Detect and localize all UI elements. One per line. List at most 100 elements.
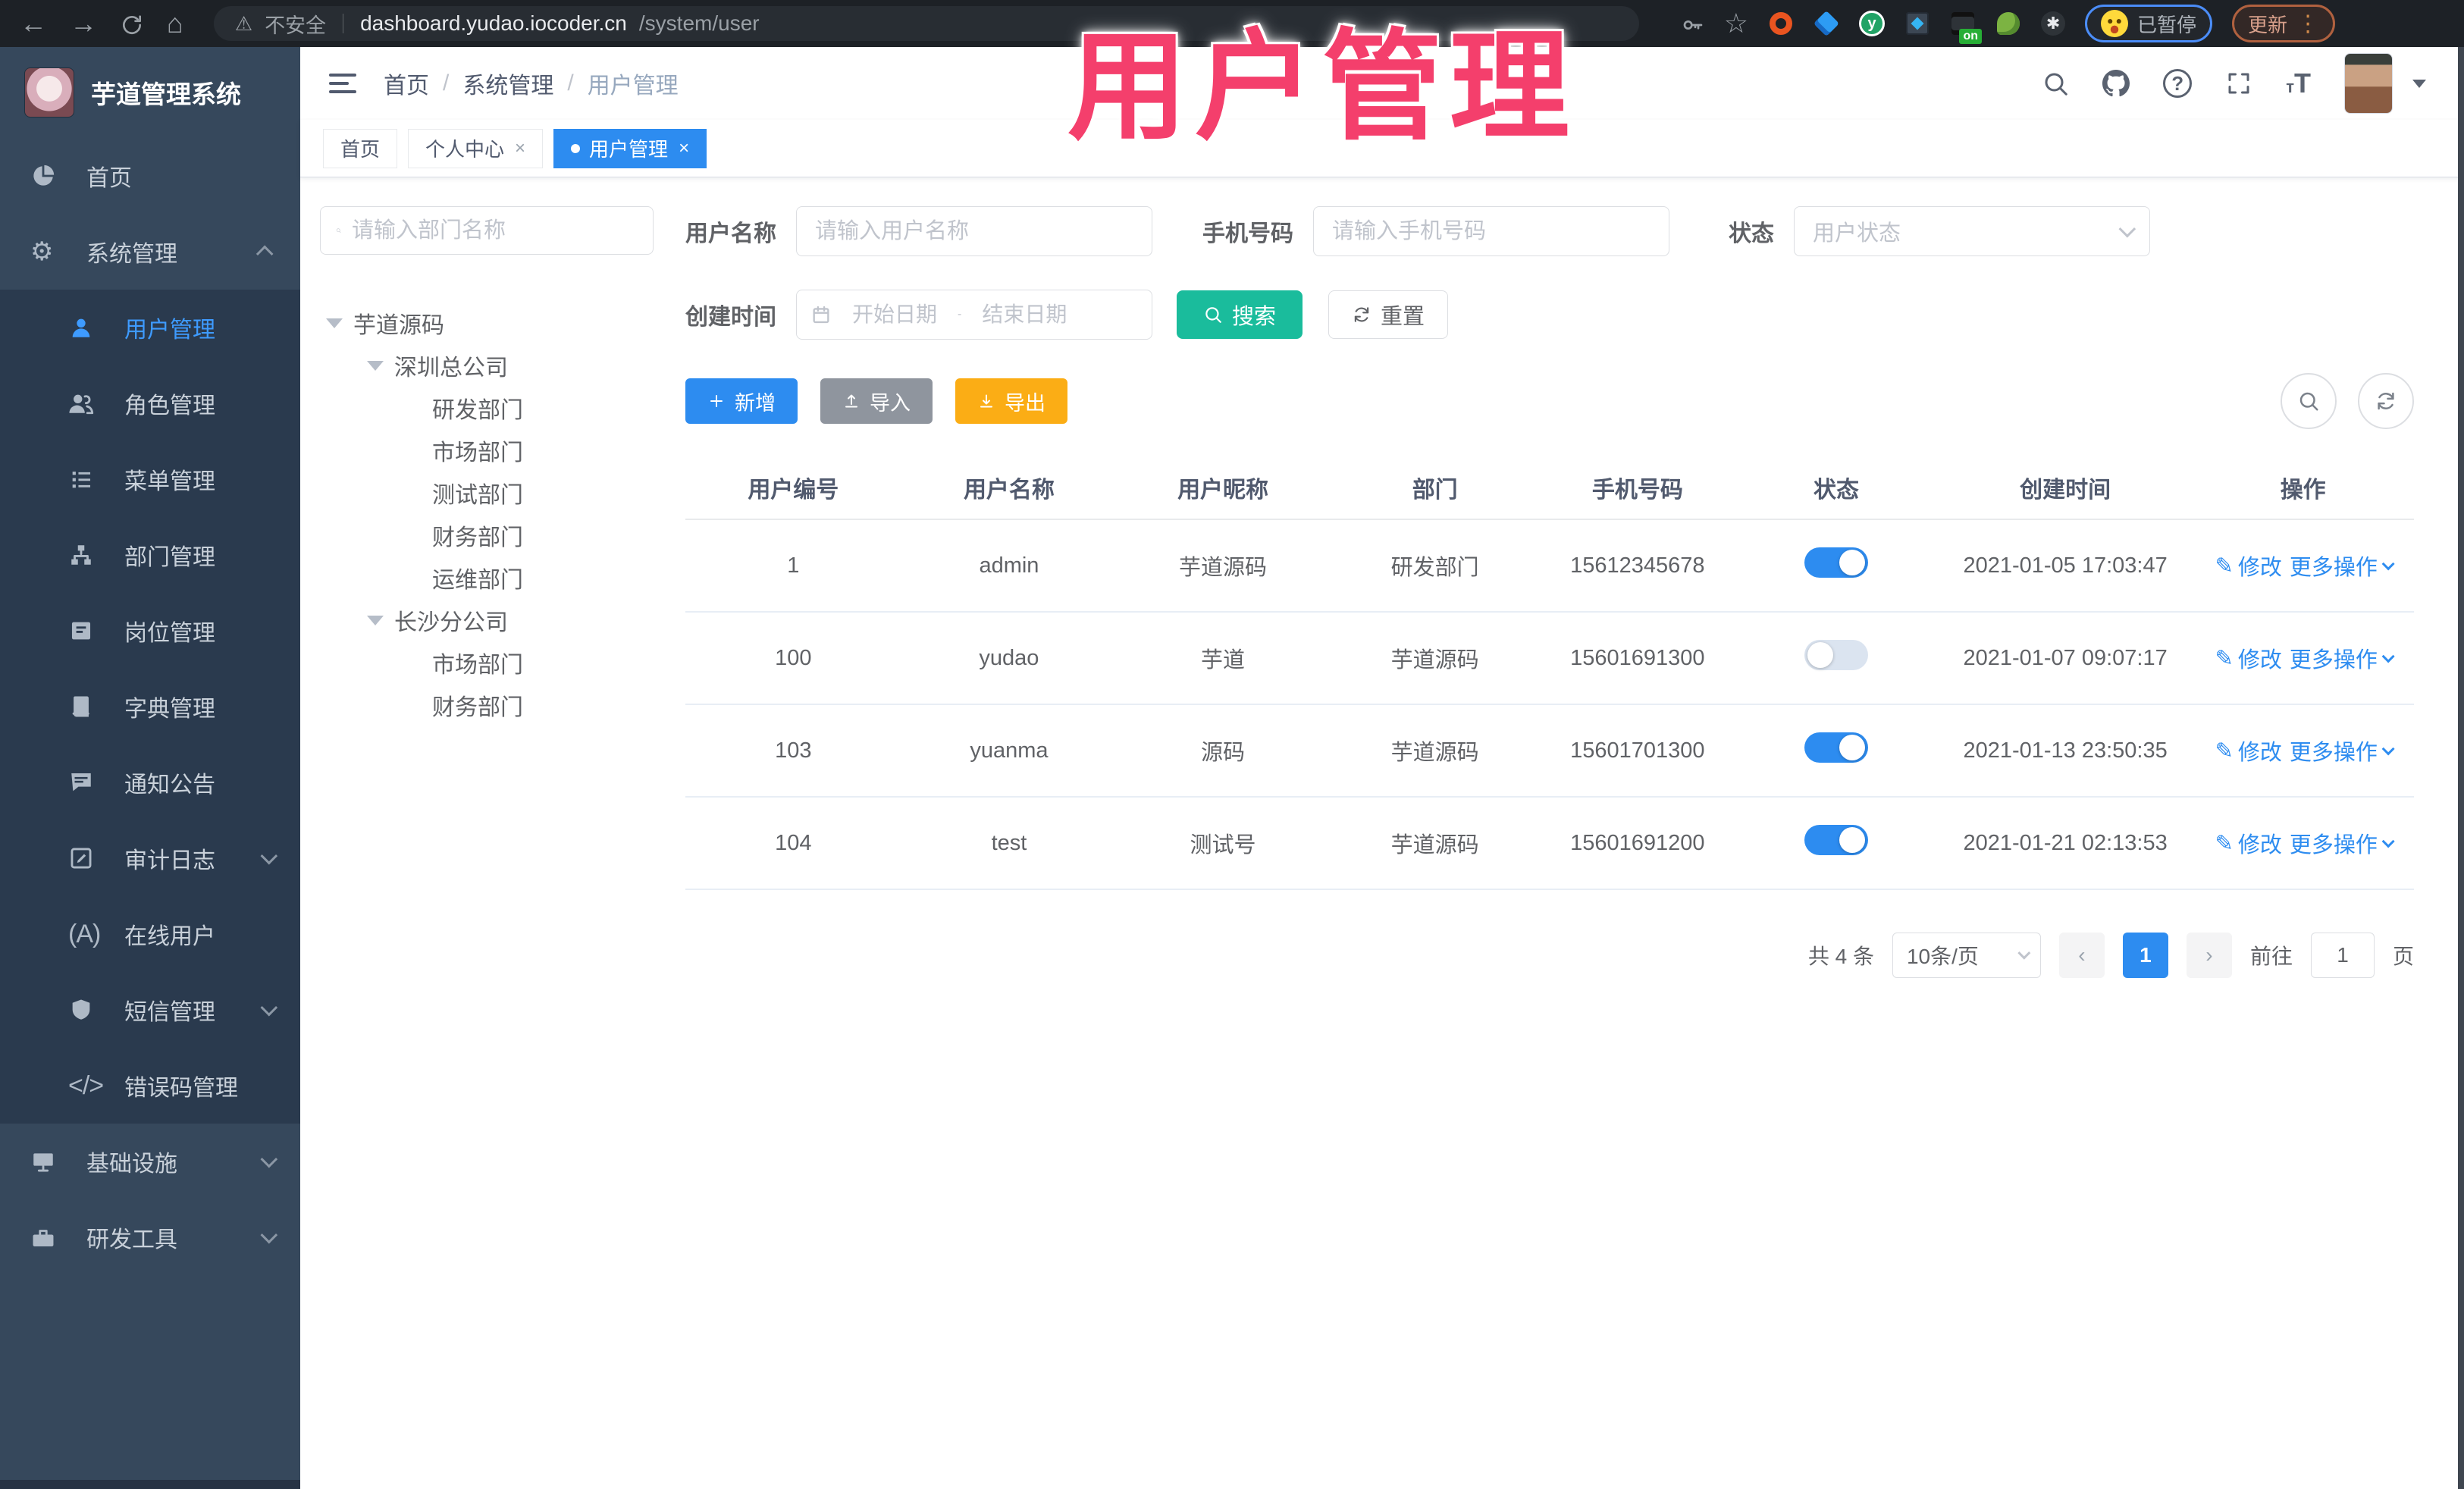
extensions-pinwheel-icon[interactable]: ✱ <box>2041 11 2066 36</box>
add-button[interactable]: 新增 <box>685 378 798 424</box>
browser-back-icon[interactable]: ← <box>20 10 47 37</box>
tree-node[interactable]: 市场部门 <box>320 429 661 472</box>
password-key-icon[interactable] <box>1680 10 1704 37</box>
pencil-icon: ✎ <box>2215 553 2234 578</box>
browser-menu-kebab-icon[interactable]: ⋮ <box>2296 11 2319 37</box>
extension-gem-icon[interactable] <box>1814 11 1840 36</box>
more-actions[interactable]: 更多操作 <box>2290 827 2395 859</box>
table-search-toggle-button[interactable] <box>2281 373 2337 429</box>
avatar-dropdown-caret-icon[interactable] <box>2412 79 2426 88</box>
sidebar-fold-icon[interactable] <box>329 74 356 93</box>
browser-forward-icon[interactable]: → <box>70 10 97 37</box>
dept-search-input[interactable] <box>352 218 638 243</box>
tree-node[interactable]: 运维部门 <box>320 556 661 599</box>
font-size-icon[interactable]: тT <box>2286 67 2311 99</box>
status-toggle[interactable] <box>1804 640 1868 670</box>
date-start-input[interactable] <box>838 303 951 327</box>
security-label[interactable]: 不安全 <box>265 9 326 39</box>
status-select[interactable]: 用户状态 <box>1794 206 2150 256</box>
chrome-update-button[interactable]: 更新 ⋮ <box>2232 5 2336 42</box>
more-actions[interactable]: 更多操作 <box>2290 642 2395 674</box>
import-button[interactable]: 导入 <box>820 378 933 424</box>
url-host: dashboard.yudao.iocoder.cn <box>360 11 627 35</box>
extension-ublock-icon[interactable] <box>1768 11 1794 36</box>
goto-page-input[interactable] <box>2310 933 2375 978</box>
close-icon[interactable]: × <box>679 138 689 159</box>
next-page-button[interactable]: › <box>2186 933 2232 978</box>
sidebar-item-dev-tools[interactable]: 研发工具 <box>0 1199 300 1275</box>
more-actions[interactable]: 更多操作 <box>2290 735 2395 766</box>
browser-reload-icon[interactable] <box>120 10 144 37</box>
sidebar-item-sms-mgmt[interactable]: 短信管理 <box>0 972 300 1048</box>
fullscreen-icon[interactable] <box>2225 70 2252 97</box>
sidebar-item-menu-mgmt[interactable]: 菜单管理 <box>0 441 300 517</box>
extension-switch-icon[interactable]: on <box>1950 11 1983 44</box>
sidebar-item-notice[interactable]: 通知公告 <box>0 744 300 820</box>
search-button[interactable]: 搜索 <box>1177 290 1303 339</box>
status-toggle[interactable] <box>1804 547 1868 578</box>
extension-y-icon[interactable]: y <box>1859 11 1886 36</box>
export-button[interactable]: 导出 <box>955 378 1067 424</box>
sidebar-bottom-strip <box>0 1480 300 1489</box>
status-toggle[interactable] <box>1804 732 1868 763</box>
sidebar-item-dept-mgmt[interactable]: 部门管理 <box>0 517 300 593</box>
tab-home[interactable]: 首页 <box>323 128 398 168</box>
sidebar-item-post-mgmt[interactable]: 岗位管理 <box>0 593 300 669</box>
search-icon[interactable] <box>2042 70 2069 97</box>
tree-caret-icon[interactable] <box>367 360 384 371</box>
tree-node[interactable]: 财务部门 <box>320 514 661 556</box>
bookmark-star-icon[interactable]: ☆ <box>1724 10 1748 37</box>
page-scrollbar[interactable] <box>2458 47 2464 1489</box>
prev-page-button[interactable]: ‹ <box>2058 933 2105 978</box>
edit-action[interactable]: ✎ 修改 <box>2215 550 2282 581</box>
sidebar-item-role-mgmt[interactable]: 角色管理 <box>0 365 300 441</box>
date-range-picker[interactable]: - <box>796 290 1152 340</box>
tab-profile[interactable]: 个人中心 × <box>408 128 544 168</box>
sidebar-item-infrastructure[interactable]: 基础设施 <box>0 1124 300 1199</box>
sidebar-item-user-mgmt[interactable]: 用户管理 <box>0 290 300 365</box>
sidebar-item-error-code[interactable]: </> 错误码管理 <box>0 1048 300 1124</box>
reset-button[interactable]: 重置 <box>1328 290 1449 339</box>
browser-home-icon[interactable]: ⌂ <box>167 10 183 37</box>
breadcrumb-home[interactable]: 首页 <box>384 67 429 100</box>
tree-node[interactable]: 市场部门 <box>320 641 661 684</box>
tree-node[interactable]: 研发部门 <box>320 387 661 429</box>
sidebar-item-audit-log[interactable]: 审计日志 <box>0 820 300 896</box>
help-icon[interactable]: ? <box>2163 69 2193 98</box>
security-warning-icon: ⚠ <box>234 11 253 35</box>
breadcrumb-system[interactable]: 系统管理 <box>462 67 553 100</box>
edit-action[interactable]: ✎ 修改 <box>2215 735 2282 766</box>
edit-action[interactable]: ✎ 修改 <box>2215 827 2282 859</box>
tab-user-mgmt[interactable]: 用户管理 × <box>553 128 707 168</box>
tree-node[interactable]: 芋道源码 <box>320 302 661 344</box>
user-avatar[interactable] <box>2344 53 2393 114</box>
date-end-input[interactable] <box>967 303 1082 327</box>
edit-action[interactable]: ✎ 修改 <box>2215 642 2282 674</box>
sidebar-item-online-users[interactable]: (A) 在线用户 <box>0 896 300 972</box>
sidebar-item-home[interactable]: 首页 <box>0 138 300 214</box>
more-actions[interactable]: 更多操作 <box>2290 550 2395 581</box>
extension-grid-icon[interactable] <box>1904 11 1930 36</box>
cell-created: 2021-01-13 23:50:35 <box>1963 738 2168 763</box>
address-bar[interactable]: ⚠ 不安全 dashboard.yudao.iocoder.cn /system… <box>213 6 1639 41</box>
page-size-select[interactable]: 10条/页 <box>1892 933 2041 978</box>
tree-node[interactable]: 深圳总公司 <box>320 344 661 387</box>
mobile-input[interactable] <box>1313 206 1669 256</box>
tree-node[interactable]: 长沙分公司 <box>320 599 661 641</box>
tree-caret-icon[interactable] <box>326 318 343 328</box>
close-icon[interactable]: × <box>515 138 525 159</box>
page-number-1[interactable]: 1 <box>2122 933 2168 978</box>
tree-node[interactable]: 财务部门 <box>320 684 661 726</box>
status-toggle[interactable] <box>1804 825 1868 855</box>
profile-paused-badge[interactable]: 已暂停 <box>2085 5 2213 42</box>
table-refresh-button[interactable] <box>2358 373 2414 429</box>
github-icon[interactable] <box>2102 70 2130 97</box>
tree-node[interactable]: 测试部门 <box>320 472 661 514</box>
app-logo-row[interactable]: 芋道管理系统 <box>0 47 300 138</box>
sidebar-item-system[interactable]: ⚙ 系统管理 <box>0 214 300 290</box>
username-input[interactable] <box>796 206 1152 256</box>
extension-leaf-icon[interactable] <box>1995 11 2021 36</box>
tree-caret-icon[interactable] <box>367 615 384 625</box>
dept-search-box[interactable] <box>320 206 654 255</box>
sidebar-item-dict-mgmt[interactable]: 字典管理 <box>0 669 300 744</box>
